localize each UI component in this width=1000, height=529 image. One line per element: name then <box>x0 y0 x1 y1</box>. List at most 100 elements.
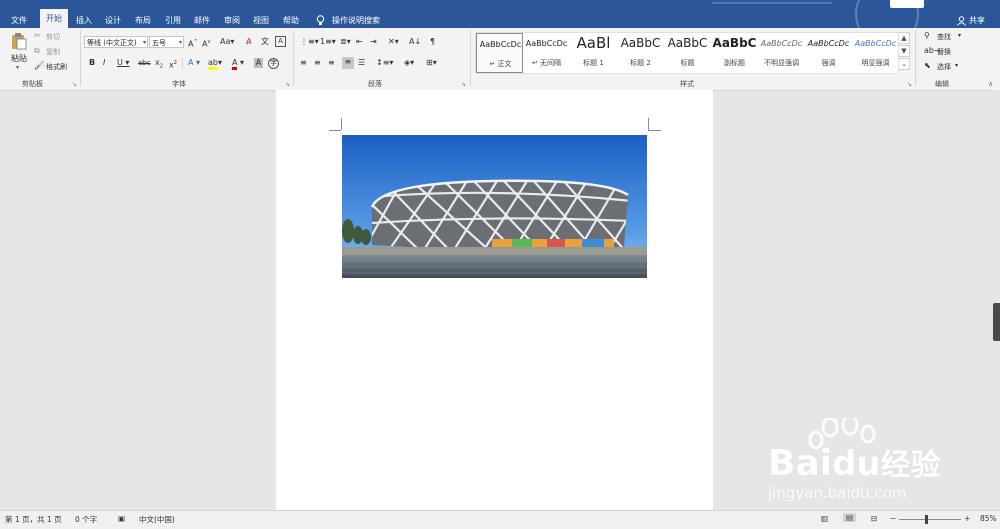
shading-icon[interactable]: ◈▾ <box>404 58 414 68</box>
tab-references[interactable]: 引用 <box>165 13 181 28</box>
text-effects-icon[interactable]: A ▾ <box>188 58 200 68</box>
tab-layout[interactable]: 布局 <box>135 13 151 28</box>
proofing-icon[interactable]: ▣ <box>118 514 125 523</box>
borders-icon[interactable]: ⊞▾ <box>426 58 437 68</box>
style-no-spacing[interactable]: AaBbCcDc ↵ 无间隔 <box>523 33 570 73</box>
gallery-scroll-up-icon[interactable]: ▲ <box>898 32 910 44</box>
watermark-brand-suffix: 经验 <box>880 448 941 483</box>
strikethrough-icon[interactable]: abc <box>138 58 151 68</box>
style-heading-1[interactable]: AaBl 标题 1 <box>570 33 617 73</box>
paste-button[interactable]: 粘贴 <box>11 53 27 64</box>
paste-icon[interactable] <box>10 32 28 50</box>
tab-file[interactable]: 文件 <box>11 13 27 28</box>
character-shading-icon[interactable]: A <box>254 58 263 68</box>
increase-indent-icon[interactable]: ⇥ <box>370 37 377 47</box>
tab-design[interactable]: 设计 <box>105 13 121 28</box>
font-launcher-icon[interactable]: ↘ <box>285 81 290 88</box>
zoom-slider-thumb[interactable] <box>925 515 928 524</box>
tab-insert[interactable]: 插入 <box>76 13 92 28</box>
paragraph-launcher-icon[interactable]: ↘ <box>461 81 466 88</box>
print-layout-icon[interactable]: ▤ <box>843 513 857 522</box>
copy-icon: ⧉ <box>34 46 40 55</box>
numbering-icon[interactable]: 1≡▾ <box>320 37 336 47</box>
zoom-in-icon[interactable]: + <box>964 514 970 523</box>
web-layout-icon[interactable]: ⊟ <box>871 514 877 523</box>
highlight-color-icon[interactable]: ab▾ <box>208 58 222 70</box>
tab-review[interactable]: 审阅 <box>224 13 240 28</box>
bold-icon[interactable]: B <box>89 58 95 68</box>
style-emphasis[interactable]: AaBbCcDc 强调 <box>805 33 852 73</box>
enclose-characters-icon[interactable]: 字 <box>268 58 279 69</box>
distributed-icon[interactable]: ☰ <box>358 58 365 68</box>
collapse-ribbon-icon[interactable]: ∧ <box>988 80 993 88</box>
gallery-more-icon[interactable]: ⌄ <box>898 58 910 70</box>
bullets-icon[interactable]: ⋮≡▾ <box>300 37 319 47</box>
superscript-icon[interactable]: x2 <box>169 58 177 71</box>
find-button[interactable]: 查找 <box>937 32 951 42</box>
font-name-combo[interactable]: 等线 (中文正文) ▾ <box>84 36 148 48</box>
style-intense-emphasis[interactable]: AaBbCcDc 明显强调 <box>852 33 899 73</box>
zoom-level[interactable]: 85% <box>980 514 997 523</box>
select-dropdown-icon[interactable]: ▾ <box>955 62 958 69</box>
ribbon-tab-bar: 文件 开始 插入 设计 布局 引用 邮件 审阅 视图 帮助 操作说明搜索 共享 <box>0 0 1000 28</box>
paste-dropdown-arrow-icon[interactable]: ▾ <box>16 64 19 71</box>
phonetic-guide-icon[interactable]: 文 <box>261 37 269 47</box>
margin-mark <box>648 118 649 130</box>
grow-font-icon[interactable]: A^ <box>188 37 198 50</box>
style-subtitle[interactable]: AaBbC 副标题 <box>711 33 758 73</box>
zoom-out-icon[interactable]: − <box>890 514 896 523</box>
zoom-slider[interactable] <box>899 519 961 520</box>
clear-formatting-icon[interactable]: A̷ <box>246 37 251 47</box>
sort-icon[interactable]: A↓ <box>409 37 421 47</box>
align-left-icon[interactable]: ≡ <box>300 58 307 68</box>
style-subtle-emphasis[interactable]: AaBbCcDc 不明显强调 <box>758 33 805 73</box>
styles-launcher-icon[interactable]: ↘ <box>907 81 912 88</box>
character-border-icon[interactable]: A <box>275 36 286 47</box>
decrease-indent-icon[interactable]: ⇤ <box>356 37 363 47</box>
font-color-icon[interactable]: A ▾ <box>232 58 244 70</box>
shrink-font-icon[interactable]: Av <box>202 37 210 50</box>
cut-button[interactable]: 剪切 <box>46 32 60 42</box>
clipboard-launcher-icon[interactable]: ↘ <box>72 81 77 88</box>
font-size-combo[interactable]: 五号 ▾ <box>149 36 184 48</box>
tell-me-search[interactable]: 操作说明搜索 <box>332 13 380 28</box>
tab-home[interactable]: 开始 <box>40 9 68 28</box>
align-right-icon[interactable]: ≡ <box>328 58 335 68</box>
style-normal[interactable]: AaBbCcDc ↵ 正文 <box>476 33 523 73</box>
subscript-icon[interactable]: x2 <box>155 58 163 72</box>
select-button[interactable]: 选择 <box>937 62 951 72</box>
format-painter-button[interactable]: 格式刷 <box>46 62 67 72</box>
style-sample: AaBbC <box>667 36 708 50</box>
style-title[interactable]: AaBbC 标题 <box>664 33 711 73</box>
inserted-picture[interactable] <box>342 135 647 278</box>
change-case-icon[interactable]: Aa▾ <box>220 37 234 47</box>
page-count-status[interactable]: 第 1 页，共 1 页 <box>5 514 62 525</box>
tab-help[interactable]: 帮助 <box>283 13 299 28</box>
find-dropdown-icon[interactable]: ▾ <box>958 32 961 39</box>
gallery-scroll-down-icon[interactable]: ▼ <box>898 45 910 57</box>
style-name: 标题 1 <box>583 59 604 67</box>
style-sample: AaBbC <box>620 36 661 50</box>
chinese-layout-icon[interactable]: ✕▾ <box>388 37 399 47</box>
side-panel-handle[interactable] <box>993 303 1000 341</box>
clipboard-group-label: 剪贴板 <box>22 80 43 88</box>
style-name: 标题 2 <box>630 59 651 67</box>
justify-icon[interactable]: ≡ <box>342 57 354 69</box>
read-mode-icon[interactable]: ▥ <box>821 514 828 523</box>
style-heading-2[interactable]: AaBbC 标题 2 <box>617 33 664 73</box>
italic-icon[interactable]: I <box>103 58 105 68</box>
vertical-scrollbar[interactable] <box>992 90 1000 510</box>
style-sample: AaBbCcDc <box>525 39 568 48</box>
multilevel-list-icon[interactable]: ≣▾ <box>340 37 351 47</box>
line-spacing-icon[interactable]: ↕≡▾ <box>376 58 393 68</box>
show-marks-icon[interactable]: ¶ <box>430 37 435 47</box>
tab-mailings[interactable]: 邮件 <box>194 13 210 28</box>
word-count-status[interactable]: 0 个字 <box>75 514 97 525</box>
align-center-icon[interactable]: ≡ <box>314 58 321 68</box>
language-status[interactable]: 中文(中国) <box>139 514 175 525</box>
underline-icon[interactable]: U ▾ <box>117 58 129 68</box>
share-button[interactable]: 共享 <box>969 13 985 28</box>
replace-button[interactable]: 替换 <box>937 47 951 57</box>
tab-view[interactable]: 视图 <box>253 13 269 28</box>
copy-button[interactable]: 复制 <box>46 47 60 57</box>
